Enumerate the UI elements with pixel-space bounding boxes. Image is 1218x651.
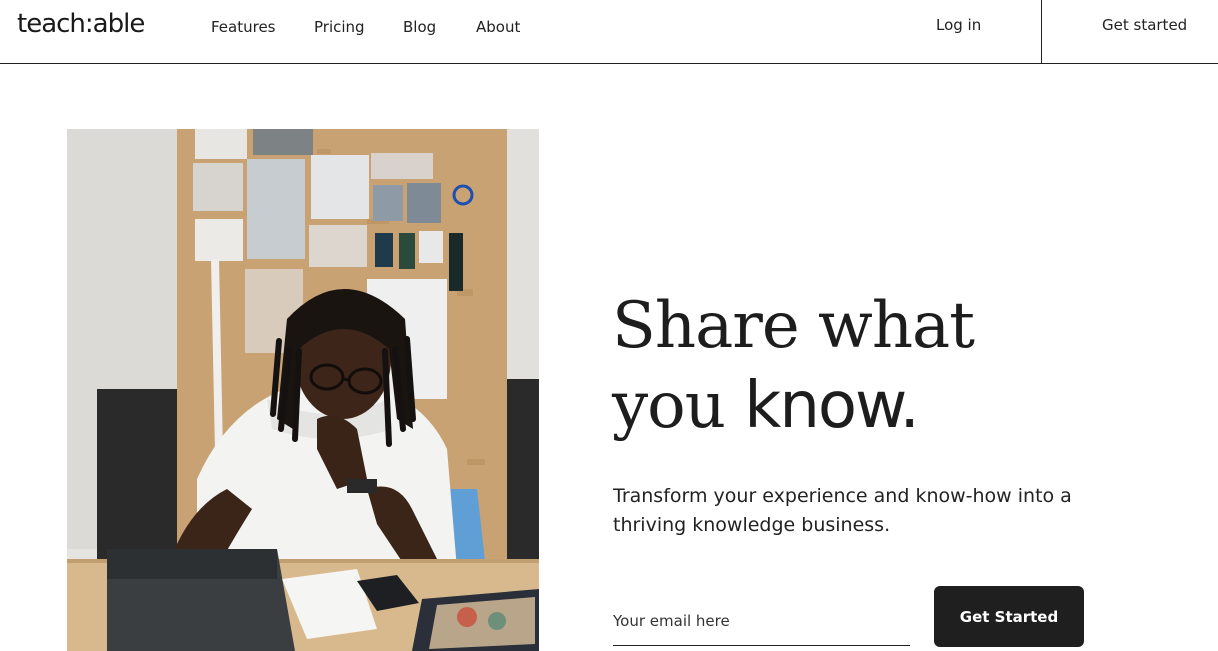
headline-line-2b: know. bbox=[744, 369, 920, 443]
get-started-button[interactable]: Get Started bbox=[934, 586, 1084, 647]
get-started-link[interactable]: Get started bbox=[1102, 16, 1187, 34]
hero-photo bbox=[67, 129, 539, 651]
email-input[interactable] bbox=[613, 596, 910, 646]
header-divider bbox=[1041, 0, 1042, 64]
hero-headline: Share what you know. bbox=[612, 286, 1172, 446]
hero-subtitle: Transform your experience and know-how i… bbox=[613, 485, 1072, 536]
login-link[interactable]: Log in bbox=[936, 16, 981, 34]
teachable-logo[interactable]: teach:able bbox=[17, 9, 145, 39]
site-header: teach:able Features Pricing Blog About L… bbox=[0, 0, 1218, 64]
nav-link-about[interactable]: About bbox=[476, 18, 520, 36]
nav-link-features[interactable]: Features bbox=[211, 18, 276, 36]
nav-link-pricing[interactable]: Pricing bbox=[314, 18, 365, 36]
nav-link-blog[interactable]: Blog bbox=[403, 18, 436, 36]
headline-line-2a: you bbox=[612, 369, 745, 443]
headline-line-1: Share what bbox=[612, 289, 975, 363]
